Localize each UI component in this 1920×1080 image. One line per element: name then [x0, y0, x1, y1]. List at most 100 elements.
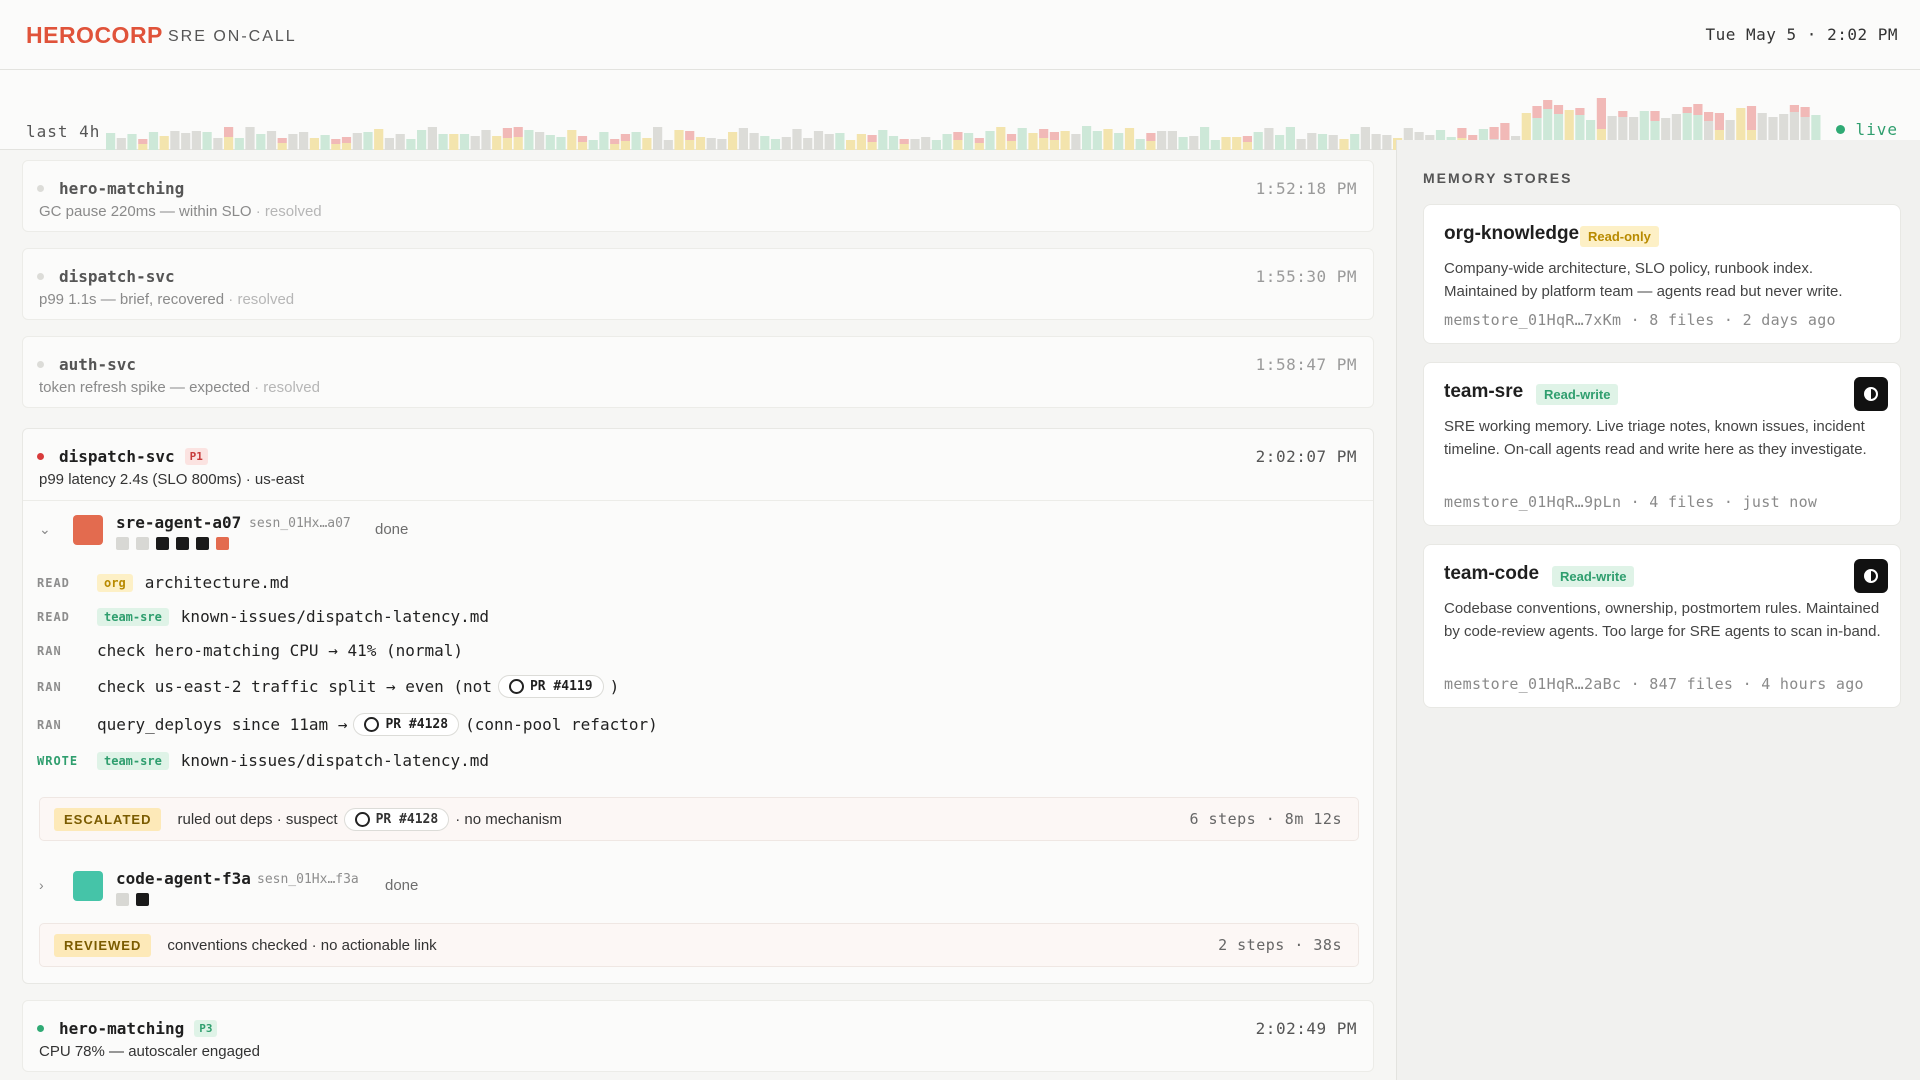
feed-item[interactable]: dispatch-svc p99 1.1s — brief, recovered… — [22, 248, 1374, 320]
activity-bar — [481, 130, 491, 150]
contrast-toggle-icon[interactable] — [1854, 559, 1888, 593]
memory-store-card[interactable]: team-sre Read-write SRE working memory. … — [1423, 362, 1901, 526]
half-circle-icon — [1864, 387, 1878, 401]
activity-bar — [213, 138, 223, 150]
feed-item[interactable]: hero-matching GC pause 220ms — within SL… — [22, 160, 1374, 232]
feed-item[interactable]: auth-svc token refresh spike — expected … — [22, 336, 1374, 408]
log-verb: RAN — [37, 717, 62, 732]
activity-bar — [159, 136, 169, 150]
activity-bar — [974, 138, 984, 143]
activity-bar — [1242, 142, 1252, 150]
activity-bar — [1650, 111, 1660, 121]
incident-header[interactable]: dispatch-svc P1 p99 latency 2.4s (SLO 800… — [23, 429, 1373, 501]
contrast-toggle-icon[interactable] — [1854, 377, 1888, 411]
activity-bar — [406, 139, 416, 150]
activity-bar — [921, 137, 931, 150]
store-meta: memstore_01HqR…9pLn · 4 files · just now — [1444, 493, 1818, 511]
activity-bar — [1146, 133, 1156, 141]
activity-bar — [449, 134, 459, 150]
pull-request-chip[interactable]: PR #4119 — [497, 675, 604, 698]
activity-bar — [1296, 139, 1306, 150]
activity-bar — [642, 138, 652, 150]
banner-text-b: · no mechanism — [455, 810, 562, 828]
activity-bar — [985, 131, 995, 150]
activity-timeline: last 4h live — [0, 70, 1920, 150]
agent-name[interactable]: sre-agent-a07 — [116, 513, 241, 532]
activity-bar — [1500, 132, 1510, 140]
activity-bar — [567, 130, 577, 150]
collapse-chevron-icon[interactable]: ⌄ — [39, 521, 51, 538]
escalation-banner: ESCALATED ruled out deps · suspect PR #4… — [39, 797, 1359, 841]
priority-badge: P1 — [184, 448, 208, 465]
log-line: RAN check us-east-2 traffic split → even… — [37, 675, 619, 698]
log-line: RAN check hero-matching CPU → 41% (norma… — [37, 641, 463, 660]
step-pending — [116, 893, 129, 906]
activity-bar — [706, 138, 716, 150]
activity-bar — [760, 136, 770, 150]
github-icon — [508, 679, 524, 694]
agent-name[interactable]: code-agent-f3a — [116, 869, 251, 888]
activity-bar — [738, 128, 748, 150]
banner-meta: 2 steps · 38s — [1218, 936, 1342, 954]
activity-bar — [953, 140, 963, 150]
live-label: live — [1855, 120, 1898, 139]
log-verb: WROTE — [37, 753, 79, 768]
pull-request-chip[interactable]: PR #4128 — [353, 713, 460, 736]
store-name: org-knowledge — [1444, 223, 1580, 244]
activity-bar — [1006, 141, 1017, 150]
agent-avatar — [73, 871, 103, 901]
activity-bar — [610, 139, 620, 144]
brand-logo: HEROCORP — [26, 22, 163, 48]
log-verb: RAN — [37, 643, 62, 658]
feed-item-status: · resolved — [228, 291, 295, 308]
activity-bar — [545, 135, 555, 150]
feed-item-detail-text: GC pause 220ms — within SLO — [39, 203, 252, 220]
step-complete — [196, 537, 209, 550]
activity-bar — [942, 134, 952, 150]
agent-session-id: sesn_01Hx…f3a — [257, 872, 359, 887]
incident-service: dispatch-svc P1 — [59, 447, 208, 466]
agent-session-id: sesn_01Hx…a07 — [249, 516, 351, 531]
activity-bar — [1146, 141, 1156, 150]
activity-bar — [138, 144, 148, 150]
activity-bar — [288, 134, 298, 150]
activity-bar — [1124, 128, 1135, 150]
activity-bar — [1253, 132, 1263, 150]
store-tag[interactable]: org — [97, 573, 133, 592]
log-line: READ team-sre known-issues/dispatch-late… — [37, 607, 489, 626]
memory-store-card[interactable]: org-knowledge Read-only Company-wide arc… — [1423, 204, 1901, 344]
activity-bar — [1317, 134, 1328, 150]
activity-bar — [535, 132, 545, 150]
store-tag[interactable]: team-sre — [97, 751, 169, 770]
feed-item[interactable]: hero-matching P3 CPU 78% — autoscaler eng… — [22, 1000, 1374, 1072]
activity-bar — [1028, 133, 1038, 150]
activity-bar — [492, 136, 502, 150]
activity-bar — [1704, 112, 1714, 121]
activity-bar — [1221, 137, 1231, 150]
activity-bar — [1339, 139, 1349, 150]
activity-bar — [1307, 133, 1317, 150]
log-verb: RAN — [37, 679, 62, 694]
activity-bar — [331, 144, 341, 150]
activity-bar — [127, 134, 137, 150]
app-header: HEROCORP SRE ON-CALL Tue May 5 · 2:02 PM — [0, 0, 1920, 70]
live-indicator[interactable]: live — [1836, 120, 1898, 139]
memory-store-card[interactable]: team-code Read-write Codebase convention… — [1423, 544, 1901, 708]
expand-chevron-icon[interactable]: › — [39, 877, 44, 893]
activity-bar — [277, 138, 287, 143]
status-dot-icon — [37, 185, 44, 192]
log-line: RAN query_deploys since 11am → PR #4128 … — [37, 713, 658, 736]
activity-bar — [878, 130, 888, 150]
activity-bar — [781, 137, 791, 150]
activity-bar — [234, 138, 244, 150]
activity-bar — [438, 134, 448, 150]
pull-request-chip[interactable]: PR #4128 — [343, 807, 450, 831]
activity-bar — [653, 127, 663, 150]
activity-bar — [1553, 105, 1564, 114]
activity-bar — [1382, 135, 1392, 150]
activity-bar — [1800, 107, 1810, 117]
activity-bar — [1489, 127, 1499, 139]
store-tag[interactable]: team-sre — [97, 607, 169, 626]
status-dot-icon — [37, 273, 44, 280]
store-meta: memstore_01HqR…2aBc · 847 files · 4 hour… — [1444, 675, 1864, 693]
